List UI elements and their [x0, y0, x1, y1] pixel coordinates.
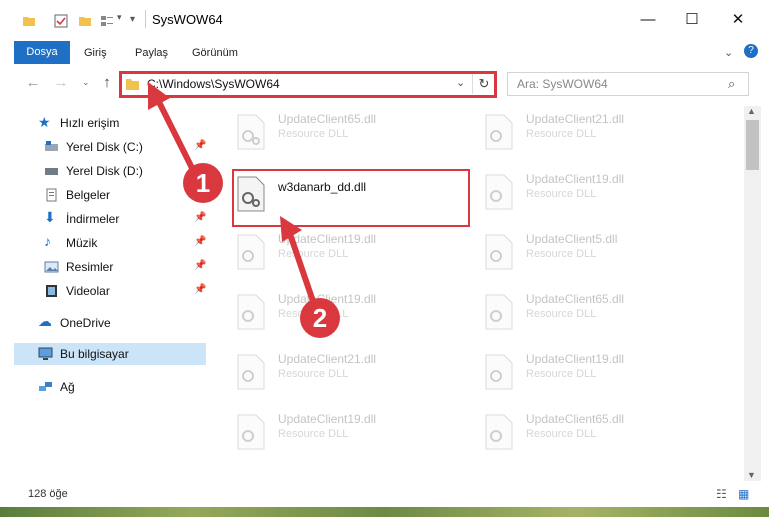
- item-count: 128 öğe: [28, 488, 68, 500]
- sidebar-item-this-pc[interactable]: Bu bilgisayar: [14, 343, 206, 365]
- search-icon[interactable]: ⌕: [728, 76, 735, 92]
- sidebar-item-label: Bu bilgisayar: [60, 347, 129, 361]
- file-type: Resource DLL: [526, 248, 597, 260]
- file-type: Resource DLL: [278, 428, 349, 440]
- file-name: UpdateClient65.dll: [526, 412, 625, 426]
- star-icon: ★: [38, 114, 51, 130]
- file-type: Resource DLL: [526, 128, 597, 140]
- status-bar: [0, 481, 769, 507]
- sidebar-item-label: Ağ: [60, 380, 75, 394]
- dll-file-icon: [485, 114, 513, 150]
- help-icon[interactable]: ?: [744, 44, 758, 58]
- minimize-button[interactable]: —: [634, 8, 662, 32]
- dll-file-icon: [237, 414, 265, 450]
- forward-icon[interactable]: →: [52, 74, 70, 91]
- network-icon: [39, 382, 52, 391]
- file-item[interactable]: UpdateClient5.dll Resource DLL: [480, 230, 710, 284]
- close-button[interactable]: ✕: [724, 8, 752, 32]
- maximize-button[interactable]: ☐: [678, 8, 706, 32]
- sidebar-item-label: Yerel Disk (D:): [66, 164, 143, 178]
- scrollbar-thumb[interactable]: [746, 120, 759, 170]
- dll-file-icon: [485, 354, 513, 390]
- dll-file-icon: [485, 294, 513, 330]
- tab-view[interactable]: Görünüm: [192, 47, 238, 59]
- sidebar-item-label: Müzik: [66, 236, 98, 250]
- up-icon[interactable]: ↑: [98, 74, 116, 91]
- file-item[interactable]: UpdateClient19.dll Resource DLL: [232, 410, 462, 464]
- file-name: UpdateClient19.dll: [526, 352, 625, 366]
- sidebar-item-label: Hızlı erişim: [60, 116, 120, 130]
- scroll-up-icon[interactable]: ▲: [747, 106, 756, 116]
- properties-icon[interactable]: [54, 14, 68, 28]
- file-type: Resource DLL: [526, 428, 597, 440]
- pictures-icon: [44, 261, 59, 273]
- file-name: UpdateClient21.dll: [278, 352, 377, 366]
- file-name: UpdateClient19.dll: [526, 172, 625, 186]
- sidebar-item-label: Belgeler: [66, 188, 111, 202]
- documents-icon: [46, 188, 57, 202]
- file-item[interactable]: UpdateClient19.dll Resource DLL: [480, 170, 710, 224]
- videos-icon: [46, 285, 57, 297]
- scroll-down-icon[interactable]: ▼: [747, 470, 756, 480]
- file-type: Resource DLL: [278, 368, 349, 380]
- details-view-icon[interactable]: ☷: [716, 487, 727, 501]
- chevron-down-icon[interactable]: ▾: [117, 12, 122, 23]
- large-icons-view-icon[interactable]: ▦: [738, 487, 749, 501]
- file-item[interactable]: UpdateClient21.dll Resource DLL: [232, 350, 462, 404]
- divider: [145, 10, 146, 28]
- tab-share[interactable]: Paylaş: [135, 47, 168, 59]
- customize-toolbar-icon[interactable]: ▾: [130, 14, 135, 25]
- sidebar-item-label: Resimler: [66, 260, 114, 274]
- search-input[interactable]: Ara: SysWOW64: [517, 77, 608, 91]
- view-icon[interactable]: [100, 14, 114, 28]
- sidebar-item-network[interactable]: Ağ: [14, 376, 206, 398]
- music-icon: ♪: [44, 233, 51, 249]
- download-icon: ⬇: [44, 209, 56, 225]
- file-name: UpdateClient19.dll: [278, 412, 377, 426]
- window-title: SysWOW64: [152, 12, 223, 27]
- computer-icon: [38, 347, 53, 360]
- file-item[interactable]: UpdateClient65.dll Resource DLL: [480, 290, 710, 344]
- cloud-icon: ☁: [38, 313, 52, 329]
- sidebar-item-label: Yerel Disk (C:): [66, 140, 143, 154]
- tab-home[interactable]: Giriş: [84, 47, 107, 59]
- file-type: Resource DLL: [526, 368, 597, 380]
- drive-icon: [45, 168, 58, 175]
- tab-file[interactable]: Dosya: [14, 41, 70, 64]
- dll-file-icon: [485, 414, 513, 450]
- expand-ribbon-icon[interactable]: ⌄: [724, 46, 733, 59]
- dll-file-icon: [485, 234, 513, 270]
- sidebar-item-label: İndirmeler: [66, 212, 120, 226]
- drive-icon: [45, 141, 58, 151]
- recent-locations-icon[interactable]: ⌄: [82, 77, 90, 88]
- file-name: UpdateClient65.dll: [526, 292, 625, 306]
- desktop-background: [0, 507, 769, 517]
- dll-file-icon: [485, 174, 513, 210]
- new-folder-icon[interactable]: [78, 14, 92, 28]
- folder-icon: [23, 17, 35, 26]
- file-item[interactable]: UpdateClient19.dll Resource DLL: [480, 350, 710, 404]
- file-name: UpdateClient5.dll: [526, 232, 618, 246]
- ribbon: [0, 38, 769, 65]
- sidebar-item-label: Videolar: [66, 284, 110, 298]
- file-item[interactable]: UpdateClient65.dll Resource DLL: [480, 410, 710, 464]
- sidebar-item-label: OneDrive: [60, 316, 111, 330]
- dll-file-icon: [237, 354, 265, 390]
- file-item[interactable]: UpdateClient21.dll Resource DLL: [480, 110, 710, 164]
- callout-step-1: 1: [183, 163, 223, 203]
- callout-step-2: 2: [300, 298, 340, 338]
- file-type: Resource DLL: [526, 308, 597, 320]
- file-name: UpdateClient21.dll: [526, 112, 625, 126]
- back-icon[interactable]: ←: [24, 74, 42, 91]
- file-type: Resource DLL: [526, 188, 597, 200]
